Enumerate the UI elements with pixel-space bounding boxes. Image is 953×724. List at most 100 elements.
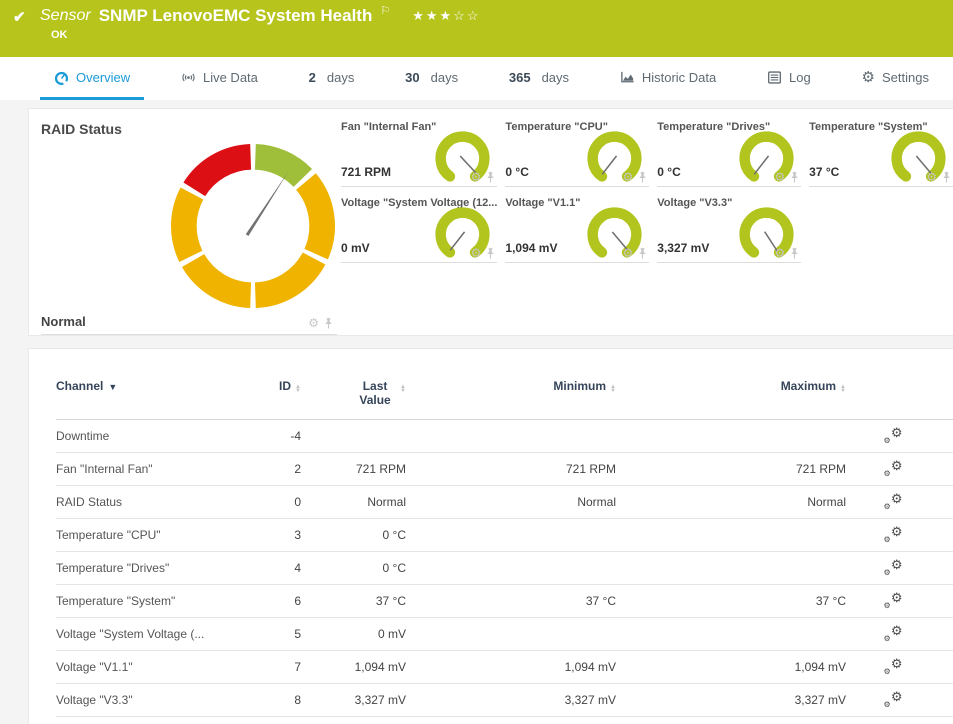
minimum-value (406, 552, 616, 585)
gauge-card-fan-internal-fan: Fan "Internal Fan" 721 RPM ⚙ (341, 121, 497, 187)
gauge-settings-icon[interactable]: ⚙ (774, 171, 785, 183)
last-value: 0 mV (301, 618, 406, 651)
last-value: Normal (301, 486, 406, 519)
pin-icon[interactable] (790, 172, 799, 183)
gauge-card-voltage-v3-3: Voltage "V3.3" 3,327 mV ⚙ (657, 197, 801, 263)
maximum-value (616, 420, 846, 453)
gauge-settings-icon[interactable]: ⚙ (308, 317, 319, 329)
pin-icon[interactable] (790, 248, 799, 259)
flag-icon[interactable]: ⚐ (380, 4, 390, 17)
column-header-actions (846, 375, 941, 420)
maximum-value: 37 °C (616, 585, 846, 618)
maximum-value: 3,327 mV (616, 684, 846, 717)
check-icon: ✔ (13, 8, 26, 26)
maximum-value (616, 519, 846, 552)
pin-icon[interactable] (942, 172, 951, 183)
tab-log[interactable]: Log (753, 57, 825, 100)
gear-icon: ⚙ (862, 70, 875, 85)
tab-historic-data[interactable]: Historic Data (606, 57, 730, 100)
gauge-settings-icon[interactable]: ⚙ (471, 247, 482, 259)
tab-label: days (327, 70, 354, 85)
gauge-card-voltage-system: Voltage "System Voltage (12... 0 mV ⚙ (341, 197, 497, 263)
gauge-value: 0 °C (657, 165, 680, 179)
channel-name: Temperature "CPU" (56, 519, 261, 552)
channel-id: 6 (261, 585, 301, 618)
tab-number: 30 (405, 70, 419, 85)
column-header-maximum[interactable]: Maximum▲▼ (616, 375, 846, 420)
maximum-value: 721 RPM (616, 453, 846, 486)
table-row: Temperature "System" 6 37 °C 37 °C 37 °C… (56, 585, 953, 618)
gauge-settings-icon[interactable]: ⚙ (623, 247, 634, 259)
channel-settings-icon[interactable]: ⚙⚙ (885, 592, 903, 608)
gauge-card-temperature-cpu: Temperature "CPU" 0 °C ⚙ (505, 121, 649, 187)
column-header-channel[interactable]: Channel▼ (56, 375, 261, 420)
gauge-value: 0 °C (505, 165, 528, 179)
pin-icon[interactable] (638, 172, 647, 183)
tab-365-days[interactable]: 365 days (495, 57, 583, 100)
channel-id: 2 (261, 453, 301, 486)
gauge-settings-icon[interactable]: ⚙ (623, 171, 634, 183)
channel-id: 0 (261, 486, 301, 519)
last-value: 1,094 mV (301, 651, 406, 684)
tab-label: Overview (76, 70, 130, 85)
channel-settings-icon[interactable]: ⚙⚙ (885, 427, 903, 443)
tab-label: Log (789, 70, 811, 85)
last-value: 0 °C (301, 519, 406, 552)
column-header-minimum[interactable]: Minimum▲▼ (406, 375, 616, 420)
speedometer-icon (54, 70, 69, 85)
tab-30-days[interactable]: 30 days (391, 57, 472, 100)
channels-panel: Channel▼ ID▲▼ Last Value▲▼ Minimum▲▼ Max… (28, 348, 953, 724)
status-badge: OK (51, 29, 68, 41)
pin-icon[interactable] (486, 248, 495, 259)
channel-id: 7 (261, 651, 301, 684)
tab-label: Settings (882, 70, 929, 85)
pin-icon[interactable] (638, 248, 647, 259)
empty-gauge-cell (809, 197, 953, 263)
channel-settings-icon[interactable]: ⚙⚙ (885, 691, 903, 707)
minimum-value: 3,327 mV (406, 684, 616, 717)
priority-stars[interactable]: ★★★☆☆ (412, 6, 480, 24)
sort-icon: ▲▼ (610, 385, 616, 393)
tab-2-days[interactable]: 2 days (295, 57, 369, 100)
channel-settings-icon[interactable]: ⚙⚙ (885, 460, 903, 476)
sort-icon: ▲▼ (400, 385, 406, 393)
minimum-value: 721 RPM (406, 453, 616, 486)
channel-id: 8 (261, 684, 301, 717)
table-row: Temperature "CPU" 3 0 °C ⚙⚙ (56, 519, 953, 552)
table-row: Voltage "V3.3" 8 3,327 mV 3,327 mV 3,327… (56, 684, 953, 717)
tab-label: Live Data (203, 70, 258, 85)
sort-caret-icon: ▼ (108, 382, 117, 392)
channel-name: Fan "Internal Fan" (56, 453, 261, 486)
page-title: SNMP LenovoEMC System Health (99, 6, 373, 26)
tab-number: 2 (309, 70, 316, 85)
gauge-settings-icon[interactable]: ⚙ (471, 171, 482, 183)
tab-live-data[interactable]: Live Data (167, 57, 272, 100)
tab-overview[interactable]: Overview (40, 57, 144, 100)
channel-id: 5 (261, 618, 301, 651)
channel-settings-icon[interactable]: ⚙⚙ (885, 658, 903, 674)
raid-status-card: RAID Status Normal ⚙ (41, 121, 337, 335)
gauge-grid: Fan "Internal Fan" 721 RPM ⚙ Temperature… (341, 121, 953, 335)
channel-settings-icon[interactable]: ⚙⚙ (885, 559, 903, 575)
channel-settings-icon[interactable]: ⚙⚙ (885, 493, 903, 509)
channel-name: RAID Status (56, 486, 261, 519)
channel-id: -4 (261, 420, 301, 453)
tab-label: Historic Data (642, 70, 716, 85)
gauge-settings-icon[interactable]: ⚙ (774, 247, 785, 259)
gauge-card-temperature-system: Temperature "System" 37 °C ⚙ (809, 121, 953, 187)
column-header-id[interactable]: ID▲▼ (261, 375, 301, 420)
gauge-settings-icon[interactable]: ⚙ (926, 171, 937, 183)
pin-icon[interactable] (486, 172, 495, 183)
sensor-status-bar: ✔ Sensor SNMP LenovoEMC System Health ⚐ … (0, 0, 953, 57)
channel-settings-icon[interactable]: ⚙⚙ (885, 625, 903, 641)
gauge-value: 3,327 mV (657, 241, 709, 255)
tab-settings[interactable]: ⚙ Settings (848, 57, 943, 100)
pin-icon[interactable] (324, 318, 333, 329)
last-value: 0 °C (301, 552, 406, 585)
raid-status-gauge (169, 142, 337, 310)
channel-settings-icon[interactable]: ⚙⚙ (885, 526, 903, 542)
maximum-value (616, 618, 846, 651)
column-header-last-value[interactable]: Last Value▲▼ (301, 375, 406, 420)
broadcast-icon (181, 70, 196, 85)
content-area: RAID Status Normal ⚙ Fan "Int (0, 100, 953, 724)
